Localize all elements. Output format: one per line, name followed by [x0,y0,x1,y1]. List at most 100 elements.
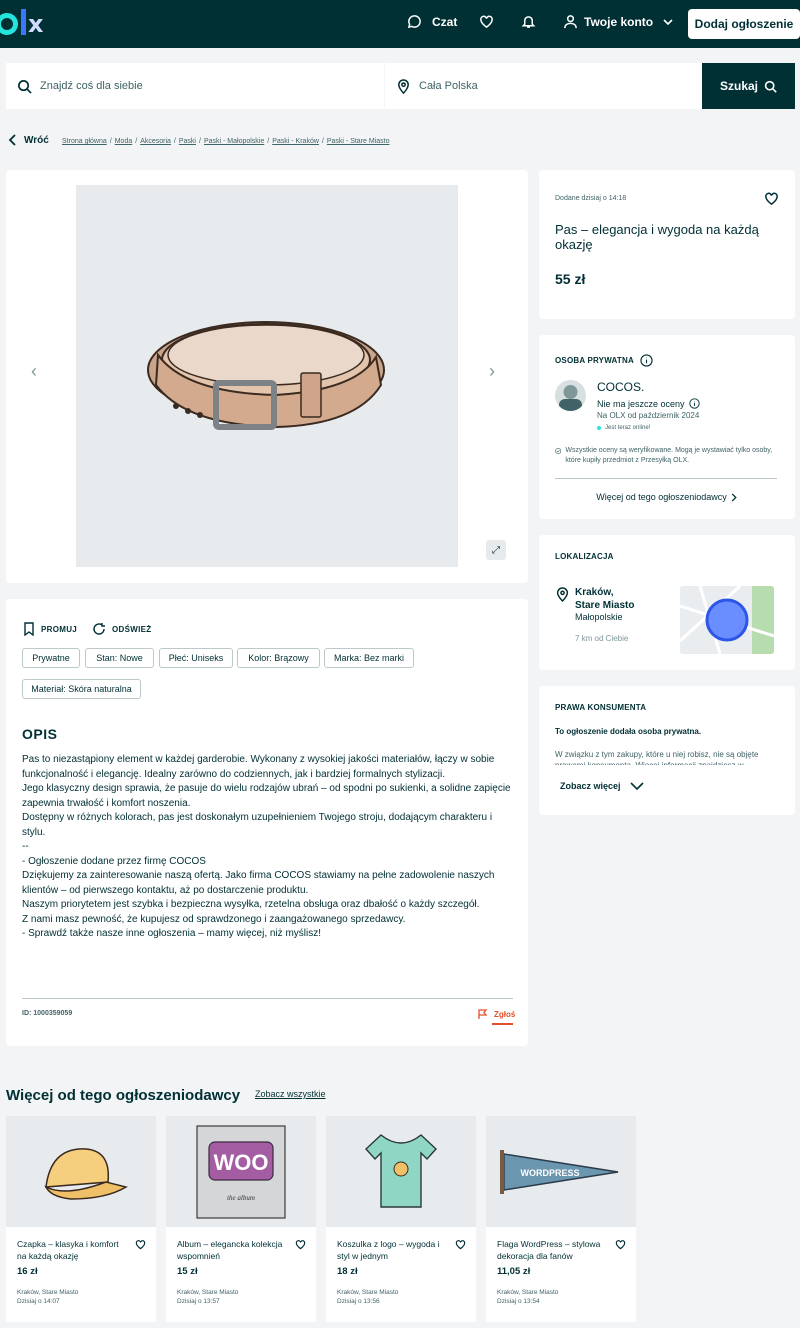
breadcrumb-item[interactable]: Strona główna [62,138,107,145]
promote-label: PROMUJ [41,624,78,634]
see-more-button[interactable]: Zobacz więcej [560,781,645,791]
flag-icon [478,1009,488,1019]
location-city: Kraków, Stare Miasto [575,587,635,611]
listing-id: ID: 1000359059 [22,1010,73,1017]
bell-icon [521,16,536,28]
info-icon[interactable] [688,398,700,409]
heart-icon [480,15,493,29]
chevron-left-icon [8,134,16,146]
product-image: WOO the album [166,1116,316,1227]
online-status: Jest teraz online! [597,425,650,431]
verified-note: Wszystkie oceny są weryfikowane. Mogą je… [555,446,777,465]
refresh-label: ODŚWIEŻ [112,624,152,634]
description-heading: OPIS [22,726,58,742]
tag-chip: Prywatne [22,648,80,668]
fullscreen-icon[interactable]: ⤢ [486,540,506,560]
tag-chip: Materiał: Skóra naturalna [22,679,141,699]
breadcrumb-item[interactable]: Paski [179,138,196,145]
seller-since: Na OLX od październik 2024 [597,411,700,420]
breadcrumb-item[interactable]: Akcesoria [140,138,171,145]
listing-photo[interactable] [76,185,458,567]
chat-link[interactable]: Czat [407,14,457,29]
product-price: 16 zł [17,1266,38,1277]
avatar [555,380,586,411]
product-meta: Kraków, Stare Miasto Dzisiaj o 13:57 [177,1289,239,1305]
tag-chip: Marka: Bez marki [324,648,414,668]
seller-rating: Nie ma jeszcze oceny [597,398,700,409]
online-dot-icon [597,426,601,430]
bookmark-icon [24,622,34,636]
breadcrumb-item[interactable]: Paski - Małopolskie [204,138,264,145]
breadcrumb-item[interactable]: Paski - Kraków [272,138,319,145]
album-art-subtext: the album [227,1194,255,1202]
search-button-label: Szukaj [719,79,758,93]
back-link[interactable]: Wróć [8,134,49,146]
report-button[interactable]: Zgłoś [478,1009,515,1020]
product-card[interactable]: WOO the album Album – elegancka kolekcja … [166,1116,316,1322]
product-card[interactable]: Czapka – klasyka i komfort na każdą okaz… [6,1116,156,1322]
more-from-seller-heading: Więcej od tego ogłoszeniodawcy [6,1087,241,1104]
breadcrumb-item[interactable]: Paski - Stare Miasto [327,138,390,145]
notifications-button[interactable] [521,14,536,29]
product-title: Flaga WordPress – stylowa dekoracja dla … [497,1239,601,1261]
consumer-heading: PRAWA KONSUMENTA [555,703,647,712]
heart-icon[interactable] [295,1239,306,1250]
chevron-down-icon [663,18,673,25]
location-map[interactable] [680,586,774,654]
chat-icon [407,15,421,29]
product-price: 15 zł [177,1266,198,1277]
heart-icon[interactable] [615,1239,626,1250]
product-price: 18 zł [337,1266,358,1277]
refresh-icon [93,623,105,635]
product-image [6,1116,156,1227]
heart-icon[interactable] [455,1239,466,1250]
search-icon [18,79,32,94]
location-distance: 7 km od Ciebie [575,634,629,643]
product-image [326,1116,476,1227]
location-heading: LOKALIZACJA [555,552,614,561]
divider [555,478,777,479]
favorites-button[interactable] [479,14,494,29]
user-icon [564,15,577,29]
consumer-text: W związku z tym zakupy, które u niej rob… [555,750,759,765]
add-listing-button[interactable]: Dodaj ogłoszenie [688,9,800,39]
tag-chip: Kolor: Brązowy [237,648,320,668]
product-title: Czapka – klasyka i komfort na każdą okaz… [17,1239,119,1261]
see-all-link[interactable]: Zobacz wszystkie [255,1089,326,1099]
description-text: Pas to niezastąpiony element w każdej ga… [22,754,514,939]
product-image: WORDPRESS [486,1116,636,1227]
product-meta: Kraków, Stare Miasto Dzisiaj o 13:54 [497,1289,559,1305]
chevron-right-icon [731,492,737,502]
more-from-seller-link[interactable]: Więcej od tego ogłoszeniodawcy [539,492,795,502]
divider [22,998,513,999]
product-card[interactable]: Koszulka z logo – wygoda i styl w jednym… [326,1116,476,1322]
location-region: Małopolskie [575,612,623,622]
chevron-down-icon [629,782,644,791]
promote-button[interactable]: PROMUJ [23,622,77,636]
breadcrumb-item[interactable]: Moda [115,138,133,145]
flag-art-text: WORDPRESS [520,1168,579,1178]
report-label: Zgłoś [494,1010,516,1019]
search-input[interactable]: Znajdź coś dla siebie [6,63,384,109]
consumer-note: To ogłoszenie dodała osoba prywatna. [555,727,702,736]
account-label: Twoje konto [584,14,654,29]
album-art-text: WOO [214,1150,269,1175]
favorite-heart-icon[interactable] [764,191,779,206]
info-icon[interactable] [640,354,653,367]
product-card[interactable]: WORDPRESS Flaga WordPress – stylowa deko… [486,1116,636,1322]
refresh-button[interactable]: ODŚWIEŻ [92,622,151,636]
prev-photo-arrow[interactable]: ‹ [31,361,37,382]
listing-title: Pas – elegancja i wygoda na każdą okazję [555,222,759,252]
olx-logo[interactable]: x [0,8,43,40]
check-circle-icon [555,447,562,455]
heart-icon[interactable] [135,1239,146,1250]
search-button[interactable]: Szukaj [702,63,795,109]
product-meta: Kraków, Stare Miasto Dzisiaj o 13:56 [337,1289,399,1305]
listing-price: 55 zł [555,271,586,287]
account-menu[interactable]: Twoje konto [563,14,674,29]
product-price: 11,05 zł [497,1266,531,1277]
product-meta: Kraków, Stare Miasto Dzisiaj o 14:07 [17,1289,79,1305]
belt-illustration [147,321,385,430]
location-input[interactable]: Cała Polska [385,63,702,109]
next-photo-arrow[interactable]: › [489,361,495,382]
